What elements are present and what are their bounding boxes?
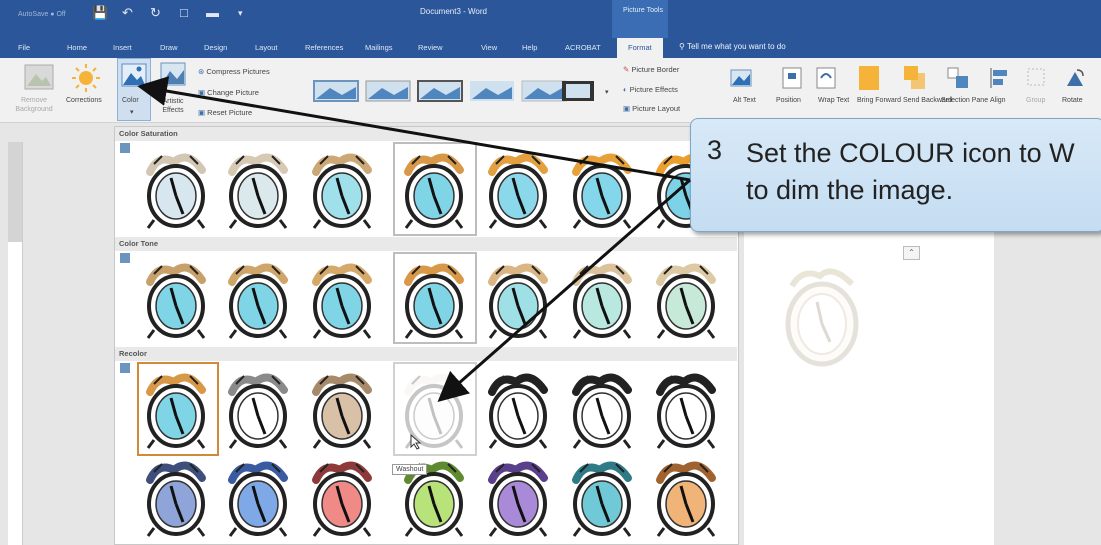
arrow-to-color-button xyxy=(137,76,691,182)
annotation-arrows xyxy=(137,76,691,402)
arrow-to-washout-swatch xyxy=(437,178,691,402)
